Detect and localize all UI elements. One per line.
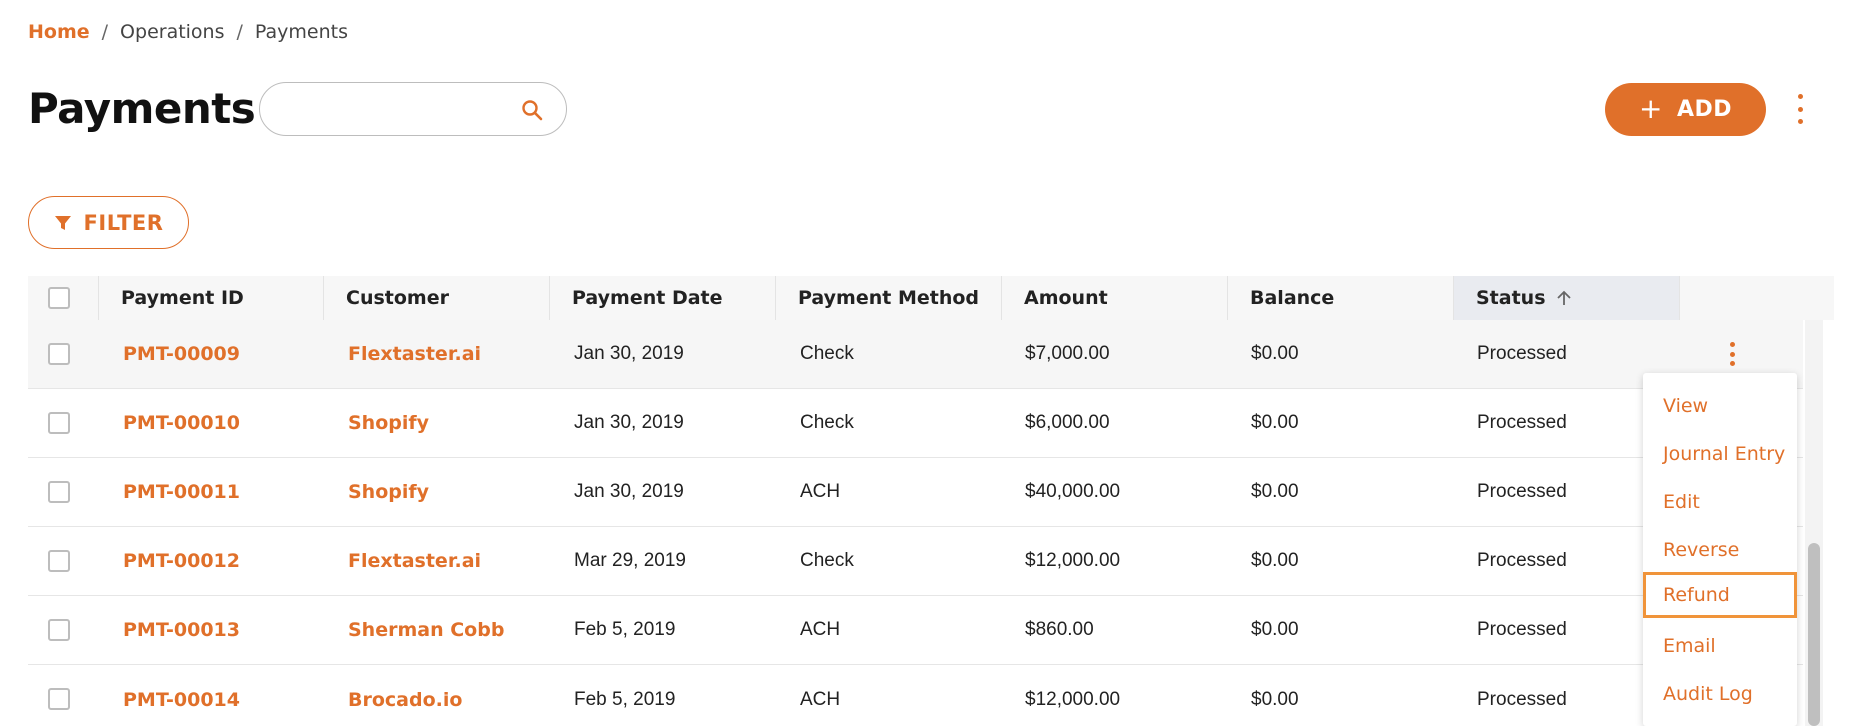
balance: $0.00	[1251, 412, 1299, 433]
add-button-label: ADD	[1676, 97, 1733, 122]
balance: $0.00	[1251, 619, 1299, 640]
search-icon[interactable]	[520, 98, 544, 122]
table-row[interactable]: PMT-00009 Flextaster.ai Jan 30, 2019 Che…	[28, 320, 1803, 389]
breadcrumb-separator: /	[236, 21, 243, 43]
status: Processed	[1477, 619, 1567, 640]
table-row[interactable]: PMT-00011 Shopify Jan 30, 2019 ACH $40,0…	[28, 458, 1803, 527]
breadcrumb: Home / Operations / Payments	[28, 20, 348, 44]
column-header-payment-id[interactable]: Payment ID	[98, 276, 324, 320]
amount: $12,000.00	[1025, 550, 1121, 571]
breadcrumb-home-link[interactable]: Home	[28, 21, 90, 43]
status: Processed	[1477, 688, 1567, 710]
row-actions-menu: View Journal Entry Edit Reverse Refund E…	[1643, 373, 1797, 726]
payment-method: ACH	[800, 688, 841, 710]
menu-item-reverse[interactable]: Reverse	[1643, 527, 1797, 573]
page-title: Payments	[28, 84, 256, 133]
customer-link[interactable]: Flextaster.ai	[348, 320, 481, 388]
payment-method: Check	[800, 550, 854, 571]
customer-link[interactable]: Shopify	[348, 389, 429, 457]
payment-method: ACH	[800, 619, 841, 640]
menu-item-journal-entry[interactable]: Journal Entry	[1643, 431, 1797, 477]
filter-icon	[54, 215, 71, 230]
status: Processed	[1477, 481, 1567, 502]
menu-item-refund[interactable]: Refund	[1643, 572, 1797, 618]
payments-table: Payment ID Customer Payment Date Payment…	[28, 276, 1834, 726]
breadcrumb-payments: Payments	[254, 21, 349, 43]
status: Processed	[1477, 343, 1567, 364]
payment-method: Check	[800, 412, 854, 433]
column-header-payment-date[interactable]: Payment Date	[550, 276, 776, 320]
more-options-kebab-icon[interactable]	[1793, 94, 1807, 124]
payment-date: Jan 30, 2019	[574, 343, 684, 364]
payment-id-link[interactable]: PMT-00012	[123, 527, 240, 595]
column-header-amount[interactable]: Amount	[1002, 276, 1228, 320]
amount: $860.00	[1025, 619, 1094, 640]
table-scrollbar-thumb[interactable]	[1808, 543, 1820, 726]
row-checkbox[interactable]	[48, 481, 70, 503]
balance: $0.00	[1251, 688, 1299, 710]
table-row[interactable]: PMT-00014 Brocado.io Feb 5, 2019 ACH $12…	[28, 665, 1803, 726]
payment-date: Jan 30, 2019	[574, 481, 684, 502]
row-actions-kebab-icon[interactable]	[1725, 342, 1739, 366]
payment-id-link[interactable]: PMT-00011	[123, 458, 240, 526]
column-header-status[interactable]: Status	[1454, 276, 1680, 320]
menu-item-edit[interactable]: Edit	[1643, 479, 1797, 525]
payment-date: Mar 29, 2019	[574, 550, 686, 571]
column-header-payment-method[interactable]: Payment Method	[776, 276, 1002, 320]
status: Processed	[1477, 412, 1567, 433]
payment-date: Feb 5, 2019	[574, 688, 676, 710]
table-row[interactable]: PMT-00010 Shopify Jan 30, 2019 Check $6,…	[28, 389, 1803, 458]
balance: $0.00	[1251, 481, 1299, 502]
breadcrumb-operations[interactable]: Operations	[120, 21, 224, 43]
select-all-checkbox[interactable]	[48, 287, 70, 309]
payment-id-link[interactable]: PMT-00010	[123, 389, 240, 457]
search-input[interactable]	[280, 93, 510, 125]
menu-item-email[interactable]: Email	[1643, 623, 1797, 669]
table-header: Payment ID Customer Payment Date Payment…	[28, 276, 1834, 320]
balance: $0.00	[1251, 343, 1299, 364]
row-checkbox[interactable]	[48, 619, 70, 641]
search-box	[259, 82, 567, 136]
row-checkbox[interactable]	[48, 550, 70, 572]
menu-item-view[interactable]: View	[1643, 383, 1797, 429]
balance: $0.00	[1251, 550, 1299, 571]
table-row[interactable]: PMT-00013 Sherman Cobb Feb 5, 2019 ACH $…	[28, 596, 1803, 665]
row-checkbox[interactable]	[48, 343, 70, 365]
column-header-customer[interactable]: Customer	[324, 276, 550, 320]
payment-method: Check	[800, 343, 854, 364]
arrow-up-icon	[1556, 290, 1571, 305]
row-checkbox[interactable]	[48, 688, 70, 710]
filter-button[interactable]: FILTER	[28, 196, 189, 249]
amount: $40,000.00	[1025, 481, 1121, 502]
payment-method: ACH	[800, 481, 841, 502]
payment-date: Feb 5, 2019	[574, 619, 676, 640]
column-header-balance[interactable]: Balance	[1228, 276, 1454, 320]
filter-button-label: FILTER	[83, 210, 164, 235]
add-button[interactable]: + ADD	[1605, 83, 1766, 136]
payment-id-link[interactable]: PMT-00009	[123, 320, 240, 388]
amount: $6,000.00	[1025, 412, 1110, 433]
customer-link[interactable]: Shopify	[348, 458, 429, 526]
customer-link[interactable]: Brocado.io	[348, 665, 462, 726]
amount: $7,000.00	[1025, 343, 1110, 364]
menu-item-audit-log[interactable]: Audit Log	[1643, 671, 1797, 717]
customer-link[interactable]: Sherman Cobb	[348, 596, 504, 664]
payment-id-link[interactable]: PMT-00013	[123, 596, 240, 664]
breadcrumb-separator: /	[101, 21, 109, 43]
amount: $12,000.00	[1025, 688, 1121, 710]
row-checkbox[interactable]	[48, 412, 70, 434]
table-row[interactable]: PMT-00012 Flextaster.ai Mar 29, 2019 Che…	[28, 527, 1803, 596]
status: Processed	[1477, 550, 1567, 571]
payment-date: Jan 30, 2019	[574, 412, 684, 433]
customer-link[interactable]: Flextaster.ai	[348, 527, 481, 595]
plus-icon: +	[1638, 91, 1663, 125]
payment-id-link[interactable]: PMT-00014	[123, 665, 240, 726]
